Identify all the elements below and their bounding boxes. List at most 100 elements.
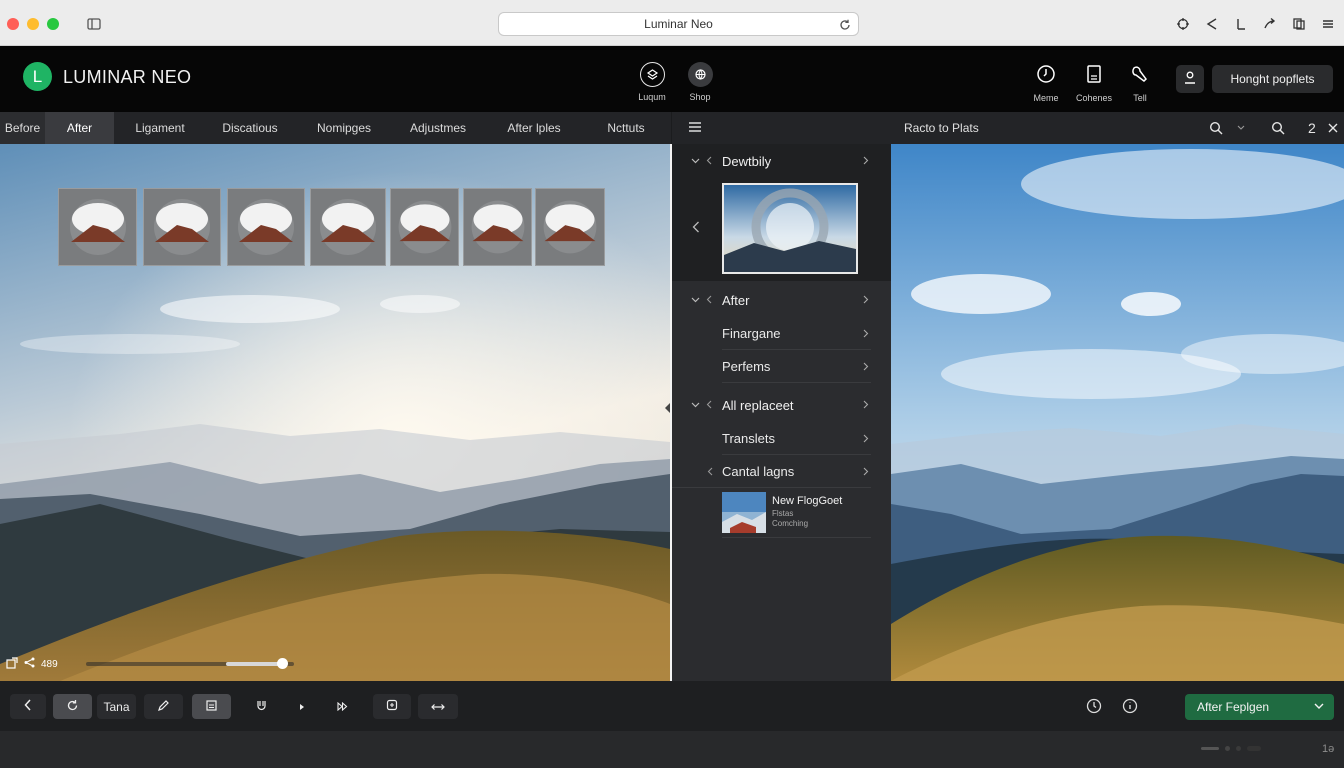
sidebar-icon[interactable] (86, 16, 102, 32)
play-button[interactable] (284, 694, 320, 719)
preset-row[interactable]: Translets (722, 422, 871, 455)
bottom-toolbar: Tana After Feplgen (0, 681, 1344, 731)
chevron-right-icon (863, 400, 869, 409)
maximize-window-button[interactable] (47, 18, 59, 30)
section-after[interactable]: After (672, 283, 891, 317)
chevron-down-icon[interactable] (1314, 703, 1324, 710)
account-button[interactable] (1176, 65, 1204, 93)
section-all-replaceet-label: All replaceet (722, 397, 794, 413)
info-icon[interactable] (1122, 698, 1138, 719)
mask-tool-button[interactable] (243, 694, 279, 719)
tab-adjustmes[interactable]: Adjustmes (394, 112, 482, 144)
filmstrip-thumbnail[interactable] (535, 188, 605, 266)
pen-icon (157, 699, 170, 715)
chevron-left-icon[interactable] (692, 221, 700, 233)
export-button[interactable]: After Feplgen (1185, 694, 1334, 720)
section-dewtbily[interactable]: Dewtbily (672, 144, 891, 178)
filmstrip-thumbnail[interactable] (143, 188, 221, 266)
rotate-tool-button[interactable] (53, 694, 92, 719)
filmstrip-thumbnail[interactable] (310, 188, 386, 266)
compare-button[interactable] (373, 694, 411, 719)
cohenes-tool[interactable]: Cohenes (1074, 64, 1114, 103)
brush-icon (1130, 66, 1150, 88)
presets-panel: Dewtbily After Finargane Perfems All rep… (672, 112, 891, 681)
after-image-canvas[interactable] (891, 144, 1344, 681)
back-button[interactable] (10, 694, 46, 719)
shop-label: Shop (689, 92, 711, 102)
before-image-canvas[interactable]: 489 (0, 144, 670, 681)
tab-before[interactable]: Before (0, 112, 45, 144)
tab-after[interactable]: After (45, 112, 114, 144)
preset-item-card[interactable]: New FlogGoet Flstas Comching (722, 488, 871, 538)
pen-tool-button[interactable] (144, 694, 183, 719)
tab-after-lples[interactable]: After lples (482, 112, 586, 144)
meme-tool[interactable]: Meme (1026, 64, 1066, 103)
compare-divider-handle[interactable] (665, 403, 670, 413)
chevron-left-icon (706, 400, 712, 409)
page-indicator-dot[interactable] (1247, 746, 1261, 751)
chevron-right-icon (863, 329, 869, 338)
luqum-tool[interactable]: Luqum (632, 62, 672, 102)
preset-preview (672, 178, 891, 281)
search-icon[interactable] (1208, 120, 1224, 136)
view-tabs: Before After Ligament Discatious Nomipge… (0, 112, 671, 144)
menu-icon[interactable] (1317, 14, 1338, 34)
zoom-slider[interactable] (86, 658, 294, 669)
after-view-title: Racto to Plats (904, 121, 979, 135)
tell-label: Tell (1133, 93, 1147, 103)
tab-nomipges[interactable]: Nomipges (294, 112, 394, 144)
bookmark-icon[interactable] (1230, 14, 1251, 34)
chevron-down-icon[interactable] (1233, 120, 1249, 136)
tana-button[interactable]: Tana (97, 694, 136, 719)
fast-forward-button[interactable] (324, 694, 360, 719)
app-logo: L (23, 62, 52, 91)
shop-tool[interactable]: Shop (680, 62, 720, 102)
share-small-icon[interactable] (24, 657, 35, 671)
export-button-label: After Feplgen (1197, 700, 1270, 714)
preset-preview-image[interactable] (722, 183, 858, 274)
preset-item-meta: Comching (772, 519, 809, 528)
zoom-slider-handle[interactable] (277, 658, 288, 669)
app-title: LUMINAR NEO (63, 67, 192, 87)
filmstrip-thumbnail[interactable] (58, 188, 137, 266)
close-icon[interactable] (1325, 120, 1341, 136)
fit-width-button[interactable] (418, 694, 458, 719)
preset-item-thumbnail (722, 492, 766, 533)
honght-popflets-button[interactable]: Honght popflets (1212, 65, 1333, 93)
close-window-button[interactable] (7, 18, 19, 30)
forward-icon[interactable] (1259, 14, 1280, 34)
filmstrip-thumbnail[interactable] (227, 188, 305, 266)
tell-tool[interactable]: Tell (1120, 64, 1160, 103)
tab-ncttuts[interactable]: Ncttuts (586, 112, 666, 144)
fit-screen-icon[interactable] (6, 656, 18, 672)
tab-discatious[interactable]: Discatious (206, 112, 294, 144)
tabs-icon[interactable] (1288, 14, 1309, 34)
share-icon[interactable] (1201, 14, 1222, 34)
chevron-down-icon (691, 297, 700, 303)
reload-icon[interactable] (838, 17, 852, 31)
minimize-window-button[interactable] (27, 18, 39, 30)
preset-row[interactable]: Cantal lagns (672, 455, 871, 488)
tab-ligament[interactable]: Ligament (114, 112, 206, 144)
filmstrip-thumbnail[interactable] (390, 188, 459, 266)
hamburger-icon[interactable] (689, 119, 701, 137)
page-indicator (1201, 746, 1261, 751)
crop-tool-button[interactable] (192, 694, 231, 719)
extensions-icon[interactable] (1172, 14, 1193, 34)
page-indicator-dot[interactable] (1225, 746, 1230, 751)
filmstrip-thumbnail[interactable] (463, 188, 532, 266)
page-indicator-active[interactable] (1201, 747, 1219, 750)
preset-row[interactable]: Finargane (722, 317, 871, 350)
zoom-search-icon[interactable] (1270, 120, 1286, 136)
section-all-replaceet[interactable]: All replaceet (672, 388, 891, 422)
clock-icon[interactable] (1086, 698, 1102, 719)
chevron-right-icon (863, 467, 869, 476)
page-indicator-dot[interactable] (1236, 746, 1241, 751)
preset-row-label: Finargane (722, 325, 781, 341)
section-after-label: After (722, 292, 750, 308)
preset-row-label: Translets (722, 430, 775, 446)
preset-item-title: New FlogGoet (772, 495, 843, 507)
address-bar[interactable]: Luminar Neo (498, 12, 859, 36)
chevron-left-icon (707, 467, 713, 476)
preset-row[interactable]: Perfems (722, 350, 871, 383)
